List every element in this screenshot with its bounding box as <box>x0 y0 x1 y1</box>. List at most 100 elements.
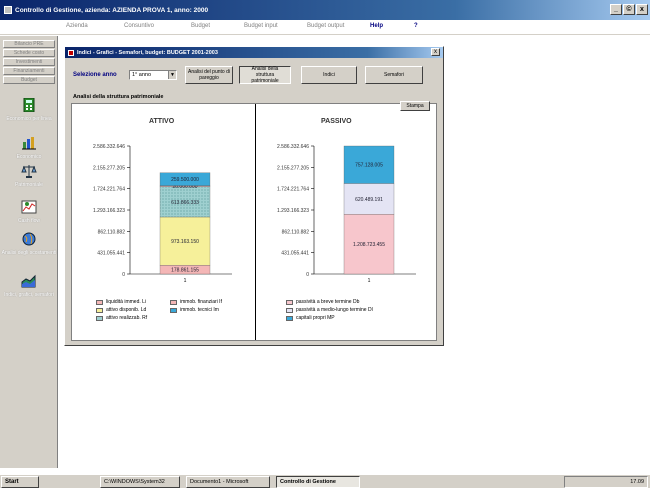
legend-label: immob. finanziari If <box>180 299 222 305</box>
legend-label: attivo disponib. Ld <box>106 307 147 313</box>
sidebar-tool-economico-linea[interactable]: Economico per linea <box>0 97 58 122</box>
break-even-analysis-button[interactable]: Analisi del punto di pareggio <box>185 66 233 84</box>
legend-label: liquidità immed. Li <box>106 299 147 305</box>
dialog-title: Indici - Grafici - Semafori, budget: BUD… <box>77 49 218 56</box>
legend-swatch <box>96 307 103 313</box>
close-button[interactable]: x <box>636 4 648 15</box>
legend-swatch <box>286 307 293 313</box>
bar-chart-icon <box>22 137 36 150</box>
taskbar: Start C:\WINDOWS\System32 Documento1 - M… <box>0 474 650 488</box>
window-title-bar: Controllo di Gestione, azienda: AZIENDA … <box>0 0 650 20</box>
y-tick-label: 2.586.332.646 <box>93 144 125 150</box>
legend-label: passività a medio-lungo termine Dl <box>296 307 373 313</box>
legend-swatch <box>96 315 103 321</box>
menu-help[interactable]: Help <box>370 23 383 29</box>
sidebar-tool-economico[interactable]: Economico <box>0 136 58 160</box>
year-select[interactable]: 1° anno ▼ <box>129 70 177 80</box>
chart-area-icon <box>21 274 36 288</box>
sidebar-tool-label: Analisi degli scostamenti <box>1 250 57 256</box>
indici-dialog: Indici - Grafici - Semafori, budget: BUD… <box>64 46 444 346</box>
y-tick-label: 1.724.221.764 <box>277 187 309 193</box>
legend-swatch <box>170 307 177 313</box>
sidebar-schede-costo[interactable]: Schede costo <box>3 49 55 57</box>
sidebar-investimenti[interactable]: Investimenti <box>3 58 55 66</box>
sidebar-tool-scostamenti[interactable]: Analisi degli scostamenti <box>0 232 58 256</box>
print-button[interactable]: Stampa <box>400 101 430 111</box>
sidebar-tool-label: Patrimoniale <box>15 182 43 188</box>
attivo-legend: liquidità immed. Li immob. finanziari If… <box>96 298 234 322</box>
menu-about[interactable]: ? <box>414 23 418 29</box>
menu-consuntivo[interactable]: Consuntivo <box>124 23 154 29</box>
y-tick-label: 2.155.277.205 <box>277 165 309 171</box>
y-tick-label: 1.724.221.764 <box>93 187 125 193</box>
menu-budget-output[interactable]: Budget output <box>307 23 344 29</box>
sidebar-tool-label: Cash flow <box>18 218 40 224</box>
chart-panel: Stampa ATTIVO PASSIVO 0 431.055.441 862.11… <box>71 101 437 341</box>
y-tick-label: 1.293.166.323 <box>93 208 125 214</box>
window-title: Controllo di Gestione, azienda: AZIENDA … <box>15 6 209 14</box>
taskbar-item-documento[interactable]: Documento1 - Microsoft <box>186 476 270 488</box>
menu-budget[interactable]: Budget <box>191 23 210 29</box>
dialog-title-bar: Indici - Grafici - Semafori, budget: BUD… <box>65 47 443 58</box>
app-icon <box>4 6 12 14</box>
system-tray: 17.09 <box>564 476 648 488</box>
year-select-label: Selezione anno <box>73 72 117 78</box>
y-tick-label: 0 <box>306 272 309 278</box>
x-tick-label: 1 <box>184 278 187 284</box>
start-button[interactable]: Start <box>1 476 39 488</box>
legend-swatch <box>286 315 293 321</box>
menu-azienda[interactable]: Azienda <box>66 23 88 29</box>
y-tick-label: 431.055.441 <box>281 251 309 257</box>
taskbar-item-system32[interactable]: C:\WINDOWS\System32 <box>100 476 180 488</box>
legend-item: immob. tecnici Im <box>170 307 219 313</box>
dialog-toolbar: Selezione anno 1° anno ▼ Analisi del pun… <box>69 63 439 87</box>
y-tick-label: 2.586.332.646 <box>277 144 309 150</box>
menu-bar: Azienda Consuntivo Budget Budget input B… <box>0 20 650 35</box>
legend-item: attivo realizzab. Rf <box>96 315 147 321</box>
data-label: 757.128.005 <box>355 163 383 169</box>
scale-icon <box>21 165 37 178</box>
panel-title: Analisi della struttura patrimoniale <box>73 94 164 100</box>
sidebar-tool-patrimoniale[interactable]: Patrimoniale <box>0 164 58 188</box>
year-select-value: 1° anno <box>132 72 152 78</box>
sidebar-tool-label: Economico per linea <box>6 116 52 122</box>
attivo-chart: 0 431.055.441 862.110.882 1.293.166.323 1.72… <box>93 144 232 284</box>
y-tick-label: 1.293.166.323 <box>277 208 309 214</box>
data-label: 259.500.000 <box>171 177 199 183</box>
legend-item: passività a breve termine Db <box>286 298 373 306</box>
chevron-down-icon[interactable]: ▼ <box>168 71 176 79</box>
sidebar-tool-label: Economico <box>16 154 42 160</box>
dialog-close-button[interactable]: x <box>431 48 440 56</box>
sidebar-budget[interactable]: Budget <box>3 76 55 84</box>
legend-item: capitali propri MP <box>286 314 373 322</box>
legend-swatch <box>170 299 177 305</box>
maximize-button[interactable]: © <box>623 4 635 15</box>
attivo-chart-title: ATTIVO <box>149 118 175 125</box>
clock: 17.09 <box>630 479 644 485</box>
x-tick-label: 1 <box>368 278 371 284</box>
legend-item: immob. finanziari If <box>170 299 222 305</box>
cash-flow-icon <box>21 200 37 214</box>
sidebar: Bilancio PRE Schede costo Investimenti F… <box>0 36 58 468</box>
legend-swatch <box>96 299 103 305</box>
sidebar-tool-indici[interactable]: Indici, grafici, semafori <box>0 274 58 298</box>
semafori-button[interactable]: Semafori <box>365 66 423 84</box>
menu-budget-input[interactable]: Budget input <box>244 23 278 29</box>
structure-analysis-button[interactable]: Analisi della struttura patrimoniale <box>239 66 291 84</box>
minimize-button[interactable]: _ <box>610 4 622 15</box>
data-label: 973.163.150 <box>171 239 199 245</box>
taskbar-item-controllo[interactable]: Controllo di Gestione <box>276 476 360 488</box>
legend-label: attivo realizzab. Rf <box>106 315 148 321</box>
sidebar-tool-cash-flow[interactable]: Cash flow <box>0 200 58 224</box>
sidebar-bilancio-pre[interactable]: Bilancio PRE <box>3 40 55 48</box>
calculator-icon <box>23 97 35 113</box>
data-label: 178.861.155 <box>171 268 199 274</box>
indici-button[interactable]: Indici <box>301 66 357 84</box>
sidebar-finanziamenti[interactable]: Finanziamenti <box>3 67 55 75</box>
data-label: 613.866.333 <box>171 200 199 206</box>
passivo-chart-title: PASSIVO <box>321 118 352 125</box>
y-tick-label: 862.110.882 <box>98 229 126 235</box>
globe-icon <box>22 232 36 246</box>
data-label: 1.208.723.455 <box>353 242 385 248</box>
data-label: 620.489.191 <box>355 197 383 203</box>
